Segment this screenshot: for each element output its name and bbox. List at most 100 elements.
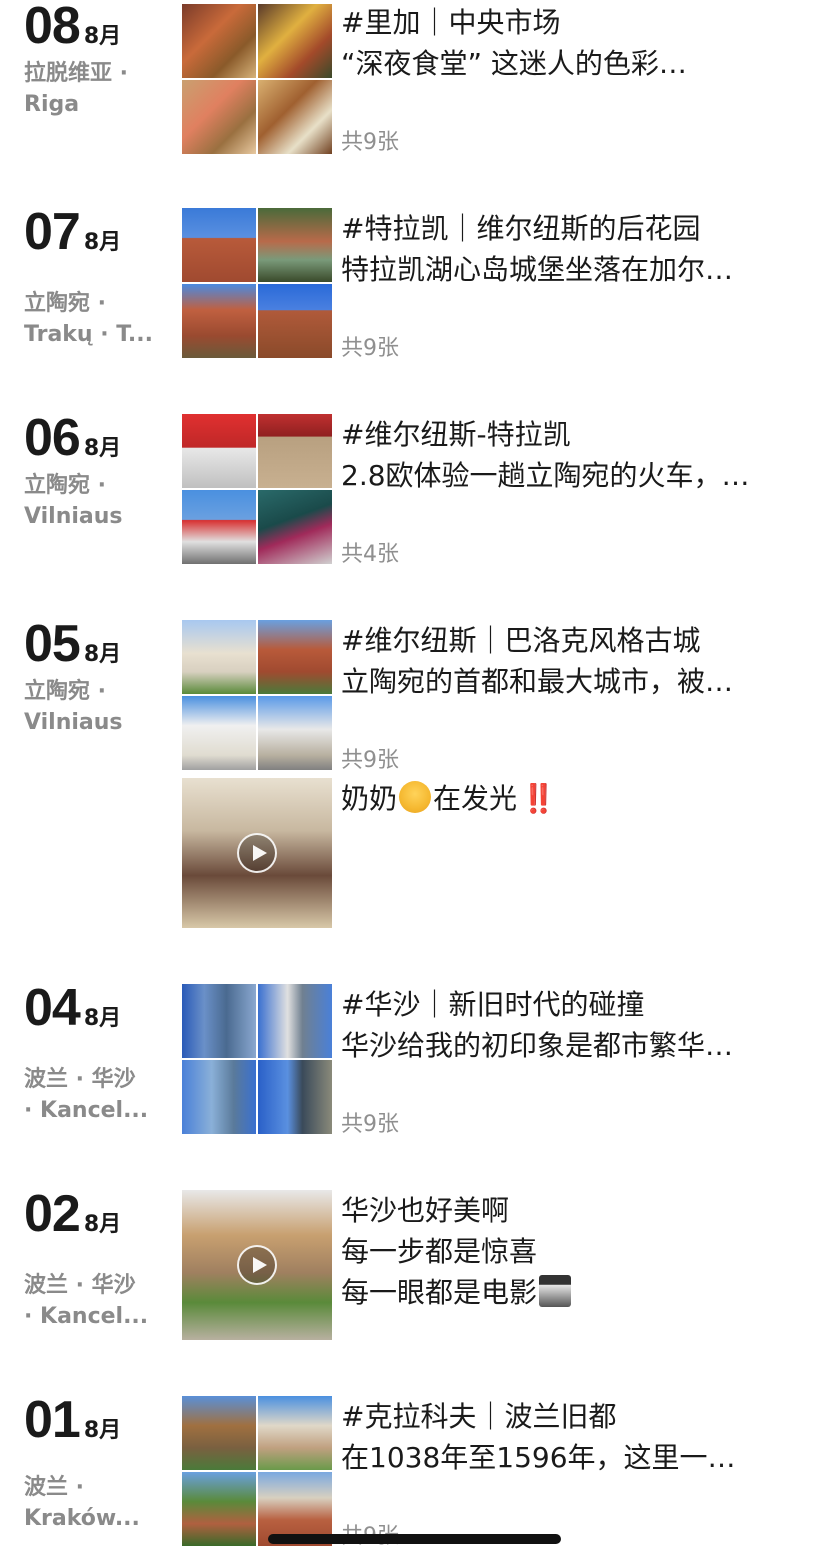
photo-thumb[interactable] (182, 80, 256, 154)
photo-thumb[interactable] (258, 620, 332, 694)
photo-thumb[interactable] (258, 696, 332, 770)
photo-thumb[interactable] (258, 284, 332, 358)
video-caption[interactable]: 奶奶 在发光 ‼️ (341, 778, 801, 819)
date: 05 8月 (24, 618, 174, 670)
play-icon[interactable] (237, 833, 277, 873)
date: 02 8月 (24, 1188, 174, 1240)
photo-thumb[interactable] (182, 620, 256, 694)
photo-count: 共9张 (341, 748, 399, 773)
photo-count: 共9张 (341, 336, 399, 361)
date-column: 06 8月 立陶宛 · Vilniaus (24, 412, 174, 532)
video-frame[interactable] (182, 778, 332, 928)
video-thumbnail[interactable] (182, 778, 332, 928)
location-label: 立陶宛 · Trakų · T... (24, 291, 153, 347)
photo-grid[interactable] (182, 620, 332, 770)
photo-thumb[interactable] (258, 1060, 332, 1134)
caption-text: 奶奶 (341, 782, 398, 815)
photo-thumb[interactable] (258, 414, 332, 488)
date-column: 08 8月 拉脱维亚 · Riga (24, 0, 174, 120)
location-label: 拉脱维亚 · Riga (24, 61, 129, 117)
photo-thumb[interactable] (258, 208, 332, 282)
date-column: 01 8月 波兰 · Kraków... (24, 1394, 174, 1534)
post-preview: “深夜食堂” 这迷人的色彩… (341, 43, 801, 84)
day-number: 02 (24, 1185, 81, 1243)
post-preview: 立陶宛的首都和最大城市，被… (341, 665, 734, 698)
location-label: 立陶宛 · Vilniaus (24, 679, 123, 735)
month-label: 8月 (83, 24, 122, 49)
month-label: 8月 (83, 1212, 122, 1237)
photo-thumb[interactable] (258, 80, 332, 154)
photo-thumb[interactable] (182, 696, 256, 770)
photo-grid[interactable] (182, 984, 332, 1134)
photo-thumb[interactable] (182, 284, 256, 358)
post-title: #华沙｜新旧时代的碰撞 (341, 988, 645, 1021)
day-number: 05 (24, 615, 81, 673)
day-number: 01 (24, 1391, 81, 1449)
post-title: #维尔纽斯｜巴洛克风格古城 (341, 624, 701, 657)
post-preview: 华沙给我的初印象是都市繁华… (341, 1029, 734, 1062)
photo-thumb[interactable] (258, 984, 332, 1058)
day-number: 07 (24, 203, 81, 261)
post-text[interactable]: #维尔纽斯-特拉凯 2.8欧体验一趟立陶宛的火车，… (341, 414, 801, 496)
post-text[interactable]: #维尔纽斯｜巴洛克风格古城 立陶宛的首都和最大城市，被… (341, 620, 801, 702)
post-preview-text: “深夜食堂” 这迷人的色彩… (341, 47, 687, 80)
month-label: 8月 (83, 230, 122, 255)
date: 07 8月 (24, 206, 174, 258)
day-number: 04 (24, 979, 81, 1037)
video-thumbnail[interactable] (182, 1190, 332, 1340)
photo-thumb[interactable] (182, 208, 256, 282)
post-text[interactable]: #特拉凯｜维尔纽斯的后花园 特拉凯湖心岛城堡坐落在加尔… (341, 208, 801, 290)
post-preview: 每一眼都是电影 (341, 1272, 801, 1313)
post-preview: 每一步都是惊喜 (341, 1235, 538, 1268)
photo-thumb[interactable] (182, 1472, 256, 1546)
post-preview: 2.8欧体验一趟立陶宛的火车，… (341, 459, 750, 492)
play-icon[interactable] (237, 1245, 277, 1285)
photo-thumb[interactable] (258, 1396, 332, 1470)
home-indicator[interactable] (268, 1534, 561, 1544)
photo-grid[interactable] (182, 1396, 332, 1546)
post-text[interactable]: #里加｜中央市场 “深夜食堂” 这迷人的色彩… (341, 2, 801, 84)
photo-thumb[interactable] (182, 984, 256, 1058)
day-number: 08 (24, 0, 81, 55)
post-title: #维尔纽斯-特拉凯 (341, 418, 571, 451)
photo-thumb[interactable] (182, 1396, 256, 1470)
post-text[interactable]: #克拉科夫｜波兰旧都 在1038年至1596年，这里一… (341, 1396, 801, 1478)
photo-count: 共9张 (341, 1112, 399, 1137)
photo-thumb[interactable] (258, 490, 332, 564)
location-label: 波兰 · Kraków... (24, 1475, 140, 1531)
caption-text: 在发光 (433, 782, 518, 815)
post-text[interactable]: #华沙｜新旧时代的碰撞 华沙给我的初印象是都市繁华… (341, 984, 801, 1066)
photo-thumb[interactable] (258, 4, 332, 78)
post-preview-text: 每一眼都是电影 (341, 1276, 538, 1309)
month-label: 8月 (83, 1418, 122, 1443)
date-column: 04 8月 波兰 · 华沙 · Kancel... (24, 982, 174, 1126)
location-label: 波兰 · 华沙 · Kancel... (24, 1067, 149, 1123)
post-preview: 在1038年至1596年，这里一… (341, 1441, 736, 1474)
post-title: #特拉凯｜维尔纽斯的后花园 (341, 212, 701, 245)
photo-thumb[interactable] (182, 414, 256, 488)
month-label: 8月 (83, 642, 122, 667)
photo-grid[interactable] (182, 4, 332, 154)
photo-grid[interactable] (182, 414, 332, 564)
photo-grid[interactable] (182, 208, 332, 358)
date: 06 8月 (24, 412, 174, 464)
photo-thumb[interactable] (182, 1060, 256, 1134)
old-woman-emoji-icon (399, 781, 432, 813)
location-label: 立陶宛 · Vilniaus (24, 473, 123, 529)
post-title: #里加｜中央市场 (341, 6, 561, 39)
double-exclamation-icon: ‼️ (521, 782, 556, 815)
photo-thumb[interactable] (182, 4, 256, 78)
date: 01 8月 (24, 1394, 174, 1446)
video-caption-line: 奶奶 在发光 ‼️ (341, 778, 801, 819)
date-column: 05 8月 立陶宛 · Vilniaus (24, 618, 174, 738)
month-label: 8月 (83, 1006, 122, 1031)
photo-thumb[interactable] (182, 490, 256, 564)
date-column: 07 8月 立陶宛 · Trakų · T... (24, 206, 174, 350)
clapper-board-emoji-icon (539, 1275, 572, 1307)
day-number: 06 (24, 409, 81, 467)
post-title: #克拉科夫｜波兰旧都 (341, 1400, 617, 1433)
video-frame[interactable] (182, 1190, 332, 1340)
post-title: 华沙也好美啊 (341, 1194, 510, 1227)
post-text[interactable]: 华沙也好美啊 每一步都是惊喜 每一眼都是电影 (341, 1190, 801, 1313)
photo-count: 共4张 (341, 542, 399, 567)
